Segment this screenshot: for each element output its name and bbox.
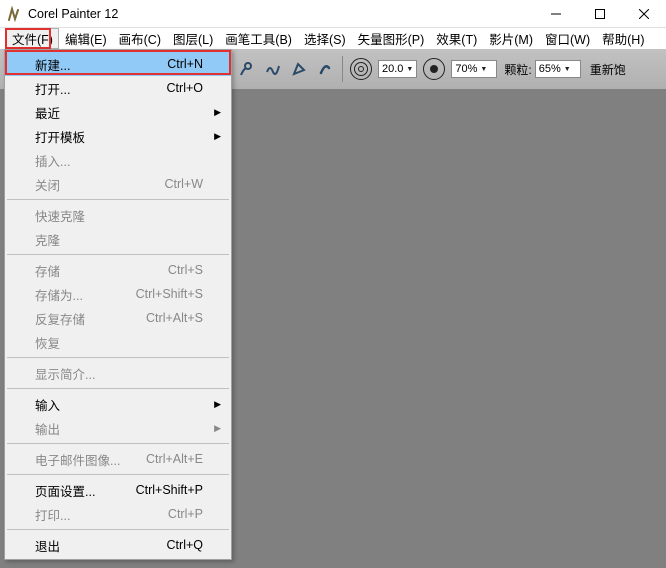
- file-menu-dropdown: 新建... Ctrl+N 打开... Ctrl+O 最近 ▶ 打开模板 ▶ 插入... 关闭 Ctr…: [4, 49, 232, 560]
- menu-separator: [7, 388, 229, 389]
- menu-item-2[interactable]: 画布(C): [113, 28, 167, 49]
- menu-item[interactable]: 页面设置... Ctrl+Shift+P: [5, 478, 231, 502]
- menu-item-label: 插入...: [35, 151, 70, 170]
- menu-item-7[interactable]: 效果(T): [430, 28, 483, 49]
- menu-item-label: 存储: [35, 261, 60, 280]
- menu-item-8[interactable]: 影片(M): [483, 28, 539, 49]
- menu-separator: [7, 474, 229, 475]
- opacity-preview-icon[interactable]: [423, 58, 445, 80]
- minimize-button[interactable]: [534, 0, 578, 27]
- maximize-button[interactable]: [578, 0, 622, 27]
- menubar: 文件(F)编辑(E)画布(C)图层(L)画笔工具(B)选择(S)矢量图形(P)效…: [0, 28, 666, 49]
- app-icon: [6, 6, 22, 22]
- menu-item-label: 输出: [35, 419, 60, 438]
- menu-shortcut: Ctrl+Alt+E: [146, 452, 203, 466]
- menu-item: 输出 ▶: [5, 416, 231, 440]
- menu-item-label: 反复存储: [35, 309, 85, 328]
- menu-item-label: 快速克隆: [35, 206, 85, 225]
- shape-tool-icon[interactable]: [288, 58, 310, 80]
- menu-item-label: 恢复: [35, 333, 60, 352]
- toolbar-separator: [342, 56, 343, 82]
- menu-item-label: 页面设置...: [35, 481, 95, 500]
- chevron-right-icon: ▶: [214, 131, 221, 142]
- chevron-right-icon: ▶: [214, 399, 221, 410]
- menu-item[interactable]: 退出 Ctrl+Q: [5, 533, 231, 557]
- menu-item[interactable]: 输入 ▶: [5, 392, 231, 416]
- size-input[interactable]: 20.0 ▼: [378, 60, 417, 78]
- stroke-tool-icon[interactable]: [262, 58, 284, 80]
- menu-item-label: 打印...: [35, 505, 70, 524]
- menu-item-label: 退出: [35, 536, 60, 555]
- menu-item-4[interactable]: 画笔工具(B): [219, 28, 298, 49]
- menu-item: 插入...: [5, 148, 231, 172]
- menu-item-label: 输入: [35, 395, 60, 414]
- menu-item-1[interactable]: 编辑(E): [59, 28, 113, 49]
- menu-item-0[interactable]: 文件(F): [6, 28, 59, 49]
- paint-tool-icon[interactable]: [314, 58, 336, 80]
- brush-tool-icon[interactable]: [236, 58, 258, 80]
- menu-shortcut: Ctrl+P: [168, 507, 203, 521]
- menu-item-label: 关闭: [35, 175, 60, 194]
- menu-item-10[interactable]: 帮助(H): [596, 28, 650, 49]
- menu-item-label: 电子邮件图像...: [35, 450, 120, 469]
- menu-item: 电子邮件图像... Ctrl+Alt+E: [5, 447, 231, 471]
- menu-item-label: 打开模板: [35, 127, 85, 146]
- menu-shortcut: Ctrl+Shift+S: [136, 287, 203, 301]
- menu-item: 快速克隆: [5, 203, 231, 227]
- window-controls: [534, 0, 666, 27]
- refill-button[interactable]: 重新饱: [590, 61, 626, 78]
- menu-item: 恢复: [5, 330, 231, 354]
- menu-shortcut: Ctrl+Q: [167, 538, 203, 552]
- menu-item[interactable]: 最近 ▶: [5, 100, 231, 124]
- menu-separator: [7, 254, 229, 255]
- menu-separator: [7, 357, 229, 358]
- menu-item: 克隆: [5, 227, 231, 251]
- menu-item: 显示简介...: [5, 361, 231, 385]
- menu-shortcut: Ctrl+Shift+P: [136, 483, 203, 497]
- menu-item-label: 显示简介...: [35, 364, 95, 383]
- grain-label: 颗粒:: [504, 61, 531, 78]
- menu-item[interactable]: 新建... Ctrl+N: [5, 52, 231, 76]
- chevron-down-icon: ▼: [406, 66, 413, 73]
- menu-item-label: 克隆: [35, 230, 60, 249]
- menu-shortcut: Ctrl+N: [167, 57, 203, 71]
- size-preview-icon[interactable]: [350, 58, 372, 80]
- menu-item-6[interactable]: 矢量图形(P): [352, 28, 431, 49]
- menu-item: 打印... Ctrl+P: [5, 502, 231, 526]
- size-value: 20.0: [382, 63, 403, 75]
- chevron-right-icon: ▶: [214, 107, 221, 118]
- grain-value: 65%: [539, 63, 561, 75]
- grain-input[interactable]: 65% ▼: [535, 60, 581, 78]
- menu-separator: [7, 529, 229, 530]
- chevron-down-icon: ▼: [564, 66, 571, 73]
- menu-item-3[interactable]: 图层(L): [167, 28, 219, 49]
- menu-item[interactable]: 打开... Ctrl+O: [5, 76, 231, 100]
- menu-item: 存储为... Ctrl+Shift+S: [5, 282, 231, 306]
- menu-item-label: 打开...: [35, 79, 70, 98]
- menu-shortcut: Ctrl+W: [164, 177, 203, 191]
- app-title: Corel Painter 12: [28, 7, 118, 21]
- chevron-right-icon: ▶: [214, 423, 221, 434]
- menu-separator: [7, 443, 229, 444]
- menu-item: 存储 Ctrl+S: [5, 258, 231, 282]
- menu-item-label: 最近: [35, 103, 60, 122]
- menu-separator: [7, 199, 229, 200]
- titlebar: Corel Painter 12: [0, 0, 666, 28]
- menu-item: 关闭 Ctrl+W: [5, 172, 231, 196]
- menu-shortcut: Ctrl+O: [167, 81, 203, 95]
- close-button[interactable]: [622, 0, 666, 27]
- menu-item[interactable]: 打开模板 ▶: [5, 124, 231, 148]
- menu-shortcut: Ctrl+Alt+S: [146, 311, 203, 325]
- opacity-value: 70%: [455, 63, 477, 75]
- chevron-down-icon: ▼: [480, 66, 487, 73]
- menu-item-9[interactable]: 窗口(W): [539, 28, 596, 49]
- menu-item-5[interactable]: 选择(S): [298, 28, 352, 49]
- menu-shortcut: Ctrl+S: [168, 263, 203, 277]
- opacity-input[interactable]: 70% ▼: [451, 60, 497, 78]
- menu-item-label: 新建...: [35, 55, 70, 74]
- menu-item-label: 存储为...: [35, 285, 83, 304]
- menu-item: 反复存储 Ctrl+Alt+S: [5, 306, 231, 330]
